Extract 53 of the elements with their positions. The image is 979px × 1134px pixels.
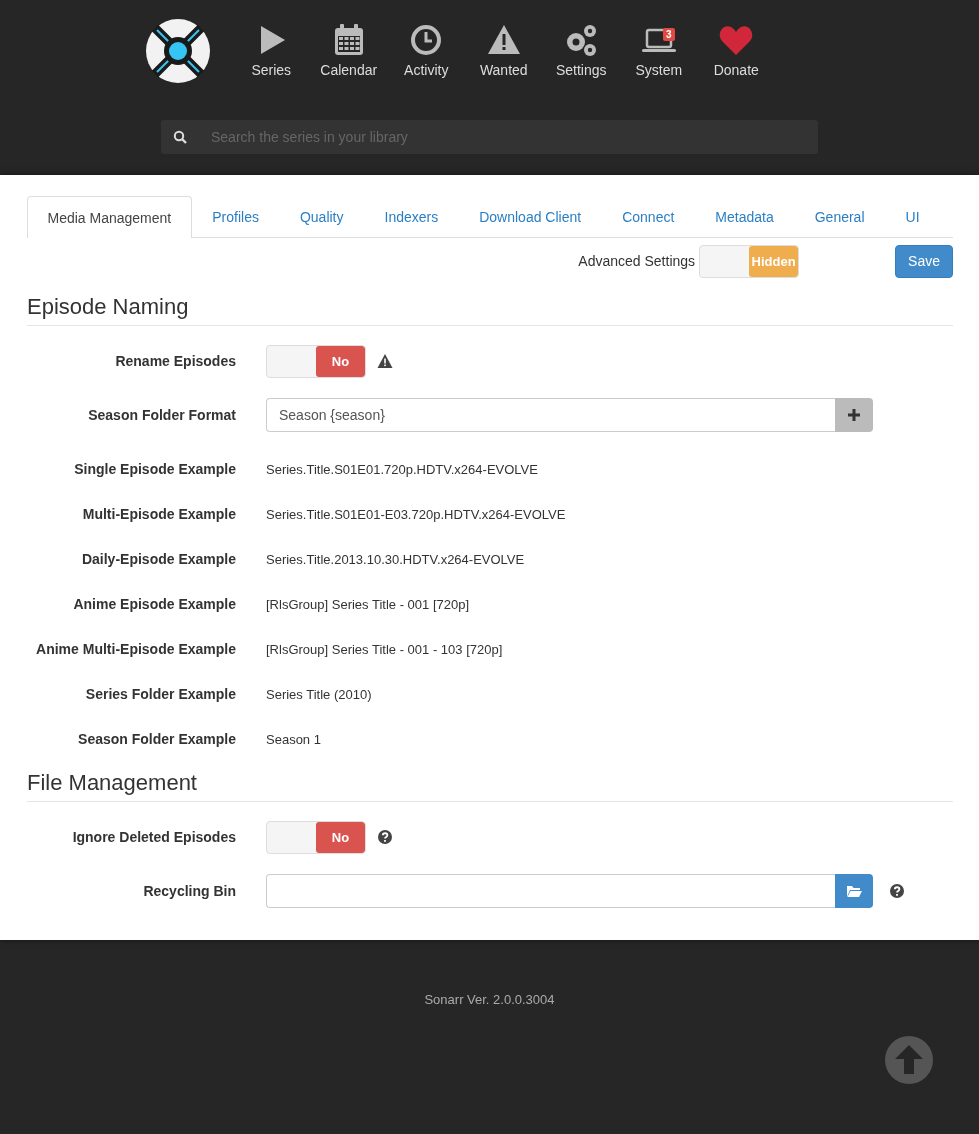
- section-heading: File Management: [27, 770, 953, 802]
- help-icon: [889, 883, 905, 899]
- browse-button[interactable]: [835, 874, 873, 908]
- field-label: Recycling Bin: [142, 883, 236, 899]
- help-icon: [377, 829, 393, 845]
- advanced-settings-label: Advanced Settings: [578, 253, 696, 269]
- field-label: Anime Episode Example: [72, 596, 236, 612]
- folder-icon: [846, 883, 862, 899]
- save-button[interactable]: Save: [895, 244, 953, 278]
- settings-tab[interactable]: Quality: [279, 196, 364, 237]
- field-label: Single Episode Example: [73, 461, 236, 477]
- settings-tab[interactable]: General: [794, 196, 885, 237]
- field-label: Season Folder Format: [87, 407, 236, 423]
- text-field[interactable]: [266, 874, 835, 908]
- field-label: Ignore Deleted Episodes: [71, 829, 236, 845]
- field-label: Rename Episodes: [114, 353, 236, 369]
- nav-item[interactable]: Series: [232, 18, 310, 78]
- nav-item[interactable]: Wanted: [465, 18, 543, 78]
- nav-item[interactable]: Donate: [697, 18, 775, 78]
- nav-item[interactable]: Settings: [542, 18, 620, 78]
- logo-icon: [144, 18, 211, 84]
- nav-item[interactable]: Activity: [387, 18, 465, 78]
- field-label: Series Folder Example: [84, 686, 236, 702]
- example-value: Series.Title.2013.10.30.HDTV.x264-EVOLVE: [266, 551, 525, 567]
- settings-tab[interactable]: Metadata: [694, 196, 795, 237]
- warning-icon: [377, 353, 393, 369]
- nav-item[interactable]: 3 System: [620, 18, 698, 78]
- field-label: Multi-Episode Example: [81, 506, 236, 522]
- nav-item[interactable]: Calendar: [310, 18, 388, 78]
- toggle-switch[interactable]: No: [266, 820, 366, 854]
- text-field[interactable]: Season {season}: [266, 398, 835, 432]
- example-value: [RlsGroup] Series Title - 001 - 103 [720p]: [266, 641, 503, 657]
- field-label: Daily-Episode Example: [80, 551, 236, 567]
- settings-tab[interactable]: Media Management: [27, 196, 192, 238]
- settings-tab[interactable]: Download Client: [458, 196, 602, 237]
- settings-tab[interactable]: UI: [885, 196, 940, 237]
- settings-tab[interactable]: Profiles: [191, 196, 280, 237]
- settings-tab[interactable]: Connect: [601, 196, 695, 237]
- notification-badge: 3: [663, 28, 675, 41]
- add-token-button[interactable]: [835, 398, 873, 432]
- example-value: Series.Title.S01E01-E03.720p.HDTV.x264-EVOLVE: [266, 506, 566, 522]
- toggle-switch[interactable]: No: [266, 344, 366, 378]
- field-label: Season Folder Example: [77, 731, 236, 747]
- plus-icon: [846, 407, 862, 423]
- example-value: [RlsGroup] Series Title - 001 [720p]: [266, 596, 470, 612]
- section-heading: Episode Naming: [27, 294, 953, 326]
- field-label: Anime Multi-Episode Example: [35, 641, 236, 657]
- version-text: Sonarr Ver. 2.0.0.3004: [424, 992, 555, 1007]
- example-value: Series.Title.S01E01.720p.HDTV.x264-EVOLVE: [266, 461, 538, 477]
- settings-tab[interactable]: Indexers: [364, 196, 459, 237]
- example-value: Season 1: [266, 731, 321, 747]
- example-value: Series Title (2010): [266, 686, 372, 702]
- scroll-to-top-icon[interactable]: [885, 1036, 933, 1084]
